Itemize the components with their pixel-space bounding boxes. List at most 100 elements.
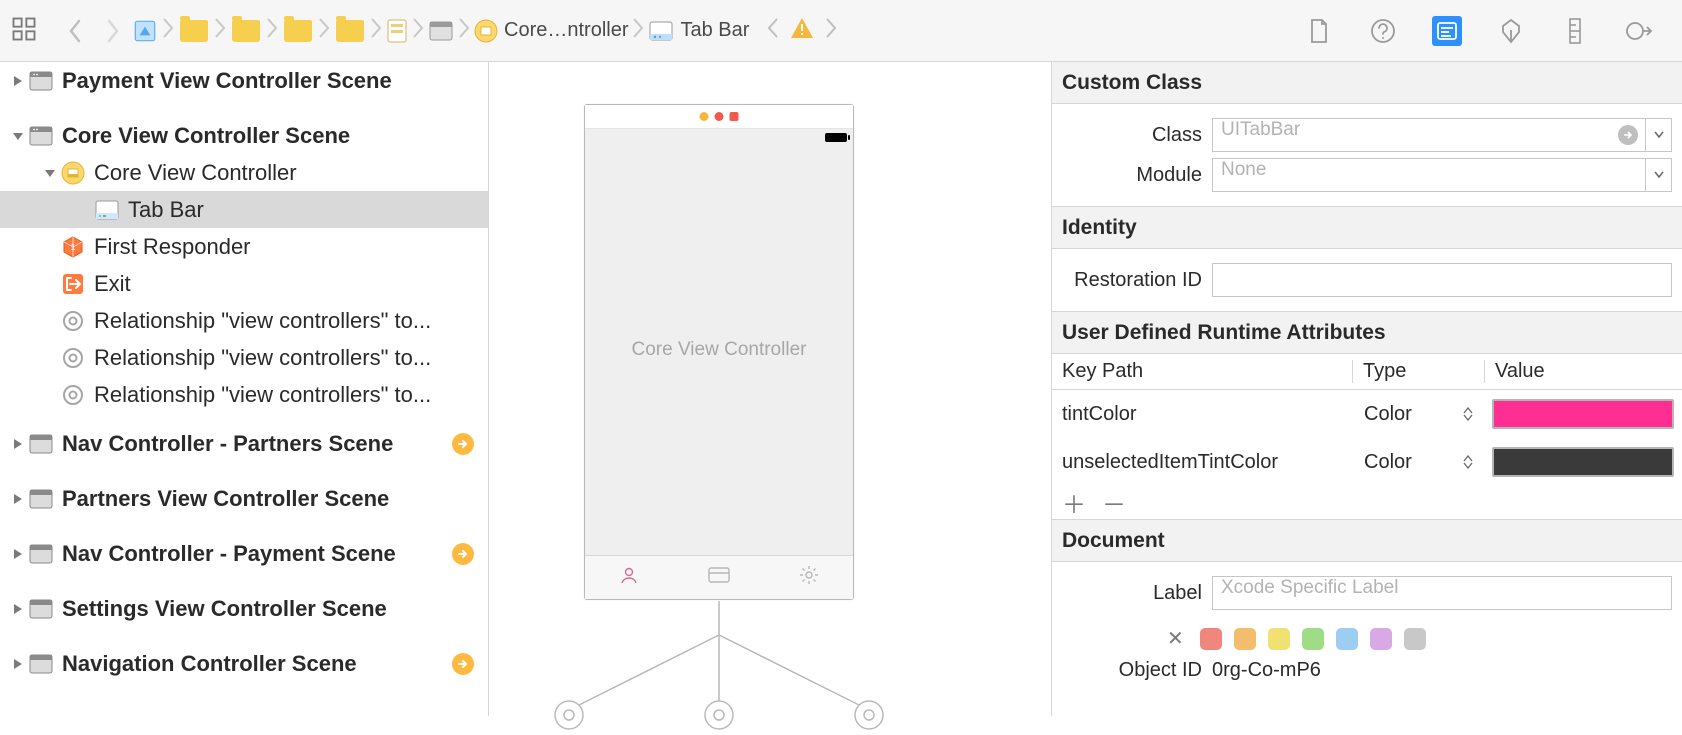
disclosure-right-icon[interactable]	[8, 658, 28, 670]
col-keypath: Key Path	[1052, 360, 1352, 383]
tabbar-icon	[94, 197, 120, 223]
tab-person-icon[interactable]	[619, 565, 639, 590]
disclosure-down-icon[interactable]	[40, 167, 60, 179]
size-inspector-icon[interactable]	[1560, 16, 1590, 46]
label-color-chip[interactable]	[1302, 628, 1324, 650]
tab-card-icon[interactable]	[708, 567, 730, 588]
module-dropdown-button[interactable]	[1646, 158, 1672, 192]
first-responder-item[interactable]: 1 First Responder	[0, 228, 488, 265]
breadcrumb-scene-icon[interactable]	[428, 20, 454, 42]
label-color-chip[interactable]	[1268, 628, 1290, 650]
label-color-chips: ✕	[1062, 616, 1672, 657]
breadcrumb-storyboard-icon[interactable]	[386, 18, 408, 44]
color-swatch[interactable]	[1492, 447, 1674, 477]
class-field[interactable]: UITabBar	[1212, 118, 1646, 152]
section-udra: User Defined Runtime Attributes	[1052, 312, 1682, 354]
scene-icon	[28, 68, 54, 94]
goto-class-icon[interactable]	[1618, 125, 1638, 145]
module-field[interactable]: None	[1212, 158, 1646, 192]
item-label: Relationship "view controllers" to...	[94, 345, 431, 371]
breadcrumb-folder[interactable]	[334, 20, 366, 42]
add-attribute-button[interactable]: ＋	[1062, 485, 1086, 520]
chevron-right-icon	[266, 17, 278, 45]
scene-partners-vc[interactable]: Partners View Controller Scene	[0, 480, 488, 517]
scene-label: Payment View Controller Scene	[62, 68, 392, 94]
breadcrumb-vc-icon[interactable]	[474, 19, 498, 43]
udra-keypath[interactable]: unselectedItemTintColor	[1052, 451, 1352, 474]
breadcrumb-folder[interactable]	[178, 20, 210, 42]
breadcrumb-project-icon[interactable]	[132, 18, 158, 44]
scene-settings-vc[interactable]: Settings View Controller Scene	[0, 590, 488, 627]
disclosure-right-icon[interactable]	[8, 548, 28, 560]
view-controller-icon	[60, 160, 86, 186]
doc-label-field[interactable]: Xcode Specific Label	[1212, 576, 1672, 610]
exit-item[interactable]: Exit	[0, 265, 488, 302]
restoration-id-field[interactable]	[1212, 263, 1672, 297]
label-color-chip[interactable]	[1336, 628, 1358, 650]
label-color-chip[interactable]	[1370, 628, 1392, 650]
udra-type[interactable]: Color	[1364, 403, 1412, 426]
disclosure-right-icon[interactable]	[8, 438, 28, 450]
nav-forward-icon[interactable]	[100, 14, 126, 48]
relationship-item[interactable]: Relationship "view controllers" to...	[0, 339, 488, 376]
titlebar-dot-icon	[730, 112, 739, 121]
inspector-tabs	[1304, 16, 1672, 46]
scene-icon	[28, 651, 54, 677]
scene-nav-partners[interactable]: Nav Controller - Partners Scene	[0, 425, 488, 462]
type-stepper[interactable]	[1462, 403, 1474, 425]
related-items-icon[interactable]	[10, 15, 42, 47]
chevron-right-icon[interactable]	[825, 17, 837, 45]
label-color-chip[interactable]	[1404, 628, 1426, 650]
storyboard-canvas[interactable]: Core View Controller	[489, 62, 1051, 716]
udra-row[interactable]: unselectedItemTintColor Color	[1052, 438, 1682, 486]
first-responder-icon: 1	[60, 234, 86, 260]
tab-bar-preview[interactable]	[585, 555, 853, 599]
scene-titlebar[interactable]	[585, 105, 853, 129]
relationship-item[interactable]: Relationship "view controllers" to...	[0, 376, 488, 413]
udra-row[interactable]: tintColor Color	[1052, 390, 1682, 438]
relationship-icon	[60, 308, 86, 334]
warning-icon[interactable]	[789, 16, 815, 46]
core-view-controller[interactable]: Core View Controller	[0, 154, 488, 191]
attributes-inspector-icon[interactable]	[1496, 16, 1526, 46]
label-color-chip[interactable]	[1234, 628, 1256, 650]
scene-nav-payment[interactable]: Nav Controller - Payment Scene	[0, 535, 488, 572]
class-dropdown-button[interactable]	[1646, 118, 1672, 152]
scene-payment[interactable]: Payment View Controller Scene	[0, 62, 488, 99]
help-inspector-icon[interactable]	[1368, 16, 1398, 46]
disclosure-down-icon[interactable]	[8, 130, 28, 142]
tab-gear-icon[interactable]	[799, 565, 819, 590]
remove-attribute-button[interactable]: －	[1102, 485, 1126, 520]
udra-type[interactable]: Color	[1364, 451, 1412, 474]
connections-inspector-icon[interactable]	[1624, 16, 1654, 46]
disclosure-right-icon[interactable]	[8, 75, 28, 87]
col-value: Value	[1484, 360, 1682, 383]
file-inspector-icon[interactable]	[1304, 16, 1334, 46]
scene-navigation-controller[interactable]: Navigation Controller Scene	[0, 645, 488, 682]
scene-device-frame[interactable]: Core View Controller	[584, 104, 854, 600]
breadcrumb-item-tabbar[interactable]: Tab Bar	[680, 19, 749, 42]
class-label: Class	[1062, 124, 1212, 147]
breadcrumb-tabbar-icon[interactable]	[648, 20, 674, 42]
disclosure-right-icon[interactable]	[8, 493, 28, 505]
breadcrumb-folder[interactable]	[282, 20, 314, 42]
udra-keypath[interactable]: tintColor	[1052, 403, 1352, 426]
chevron-left-icon[interactable]	[767, 17, 779, 45]
color-swatch[interactable]	[1492, 399, 1674, 429]
scene-content[interactable]: Core View Controller	[585, 145, 853, 555]
breadcrumb-item-core[interactable]: Core…ntroller	[504, 19, 628, 42]
tab-bar-item[interactable]: Tab Bar	[0, 191, 488, 228]
disclosure-right-icon[interactable]	[8, 603, 28, 615]
nav-back-icon[interactable]	[62, 14, 88, 48]
relationship-item[interactable]: Relationship "view controllers" to...	[0, 302, 488, 339]
clear-color-button[interactable]: ✕	[1167, 626, 1184, 651]
module-label: Module	[1062, 164, 1212, 187]
object-id-label: Object ID	[1062, 659, 1212, 682]
scene-core[interactable]: Core View Controller Scene	[0, 117, 488, 154]
identity-inspector-icon[interactable]	[1432, 16, 1462, 46]
scene-label: Settings View Controller Scene	[62, 596, 387, 622]
label-color-chip[interactable]	[1200, 628, 1222, 650]
type-stepper[interactable]	[1462, 451, 1474, 473]
scene-label: Nav Controller - Payment Scene	[62, 541, 396, 567]
breadcrumb-folder[interactable]	[230, 20, 262, 42]
